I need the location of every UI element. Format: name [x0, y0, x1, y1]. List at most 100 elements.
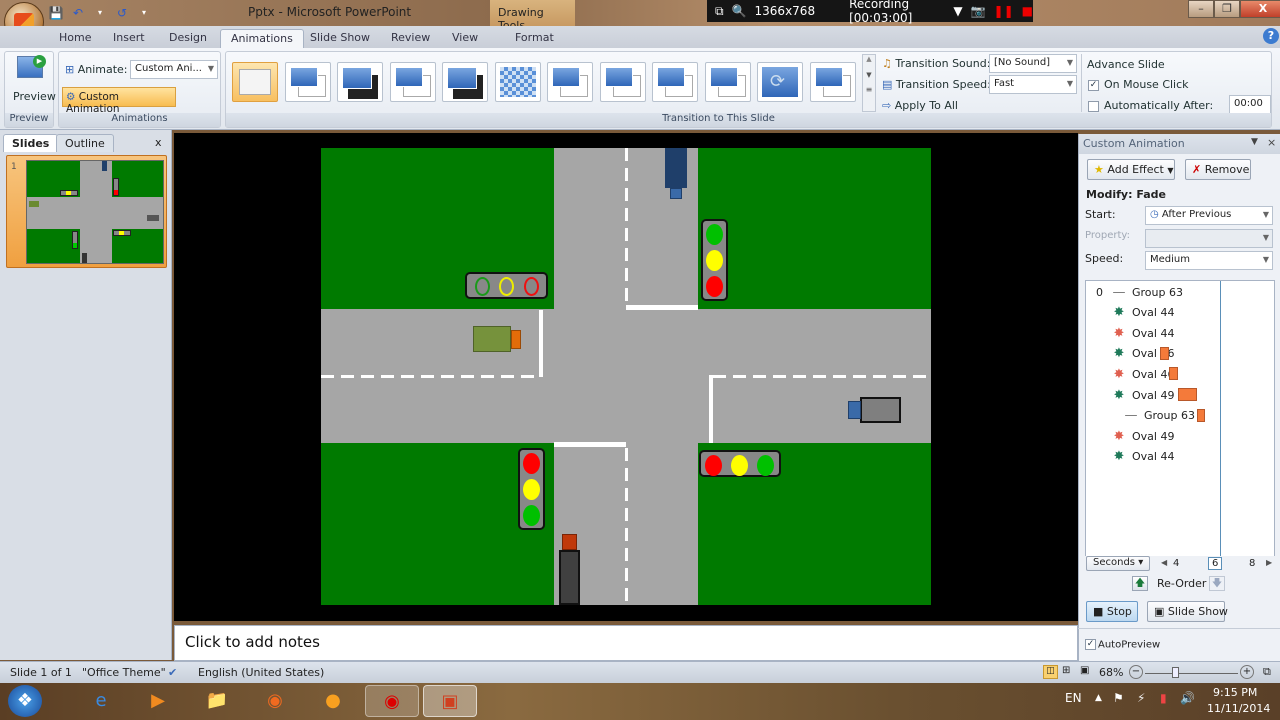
minimize-button[interactable]: – [1188, 0, 1214, 18]
firefox-icon[interactable]: ◉ [258, 685, 292, 717]
autopreview-checkbox[interactable]: ✓ [1085, 639, 1096, 650]
undo-icon[interactable]: ↶ [70, 5, 86, 21]
gallery-up-icon[interactable]: ▲ [863, 55, 875, 63]
transition-effect-cut[interactable] [389, 62, 436, 102]
move-down-icon[interactable]: 🡇 [1209, 576, 1225, 591]
zoom-slider-thumb[interactable] [1172, 667, 1179, 678]
tab-home[interactable]: Home [59, 29, 91, 48]
gallery-more-icon[interactable]: ≡ [863, 85, 875, 94]
slide-show-view-icon[interactable]: ▣ [1080, 665, 1089, 676]
tab-format[interactable]: Format [515, 29, 554, 48]
customize-qat-icon[interactable]: ▾ [136, 5, 152, 21]
animation-item[interactable]: ✸ Oval 44 [1096, 447, 1175, 467]
animation-item[interactable]: 0 — Group 63 [1096, 282, 1183, 302]
tab-design[interactable]: Design [169, 29, 207, 48]
redo-icon[interactable]: ↺ [114, 5, 130, 21]
action-center-icon[interactable]: ⚑ [1113, 691, 1124, 705]
transition-effect-wipe-right[interactable] [652, 62, 698, 102]
tab-insert[interactable]: Insert [113, 29, 145, 48]
clock-time[interactable]: 9:15 PM [1213, 686, 1257, 699]
autopreview-option[interactable]: ✓ AutoPreview [1085, 639, 1160, 651]
gallery-scrollbar[interactable]: ▲ ▼ ≡ [862, 54, 876, 112]
move-up-icon[interactable]: 🡅 [1132, 576, 1148, 591]
tab-view[interactable]: View [452, 29, 478, 48]
volume-icon[interactable]: 🔊 [1180, 691, 1195, 705]
preview-icon[interactable]: ▶ [17, 55, 46, 78]
powerpoint-app-icon[interactable]: ▣ [423, 685, 477, 717]
close-button[interactable]: X [1240, 0, 1280, 18]
transition-effect-wheel[interactable]: ⟳ [757, 62, 803, 102]
timeline-bar[interactable] [1168, 367, 1178, 381]
transition-effect-wipe-up[interactable] [704, 62, 751, 102]
vehicle-gray-truck[interactable] [860, 397, 901, 423]
camera-icon[interactable]: 📷 [971, 4, 986, 18]
remove-button[interactable]: ✗ Remove [1185, 159, 1251, 180]
transition-effect-dissolve[interactable] [494, 62, 541, 102]
transition-effect-wipe-left[interactable] [599, 62, 646, 102]
slide-canvas[interactable] [321, 148, 931, 605]
gom-player-icon[interactable]: ● [316, 685, 350, 717]
auto-after-option[interactable]: Automatically After: [1088, 99, 1213, 112]
scroll-right-icon[interactable]: ▶ [1266, 558, 1272, 567]
slide-thumbnail[interactable]: 1 [6, 155, 167, 268]
slide-sorter-icon[interactable]: ⊞ [1062, 665, 1070, 676]
animation-list[interactable]: 0— Group 63 ✸ Oval 44 ✸ Oval 44 ✸ Oval 46 ✸ Oval … [1085, 280, 1275, 557]
custom-animation-button[interactable]: ⚙ Custom Animation [62, 87, 176, 115]
traffic-light-north[interactable] [701, 219, 728, 301]
vehicle-dark-truck[interactable] [559, 550, 580, 605]
scroll-left-icon[interactable]: ◀ [1161, 558, 1167, 567]
zoom-slider[interactable] [1145, 673, 1238, 674]
transition-effect-fade-through-black[interactable] [337, 62, 383, 102]
timeline-bar[interactable] [1178, 388, 1197, 401]
close-icon[interactable]: × [1267, 136, 1276, 149]
start-button[interactable]: ❖ [8, 685, 42, 717]
traffic-light-south[interactable] [518, 448, 545, 530]
vehicle-green-truck[interactable] [473, 326, 511, 352]
traffic-light-west[interactable] [465, 272, 548, 299]
animation-item[interactable]: — Group 63 [1108, 406, 1195, 426]
internet-explorer-icon[interactable]: e [84, 685, 118, 717]
transition-speed-combo[interactable]: Fast ▼ [989, 75, 1077, 94]
vehicle-blue-truck[interactable] [665, 148, 687, 188]
save-icon[interactable]: 💾 [48, 5, 64, 21]
power-icon[interactable]: ⚡ [1137, 691, 1145, 705]
animation-item[interactable]: ✸ Oval 46 [1096, 364, 1175, 384]
animate-combo[interactable]: Custom Ani... ▼ [130, 60, 218, 79]
transition-effect-no-transition[interactable] [232, 62, 278, 102]
normal-view-icon[interactable]: ◫ [1043, 665, 1058, 679]
tab-animations[interactable]: Animations [220, 29, 304, 48]
traffic-light-east[interactable] [699, 450, 781, 477]
restore-button[interactable]: ❐ [1214, 0, 1240, 18]
language-indicator[interactable]: EN [1065, 691, 1082, 705]
animation-item[interactable]: ✸ Oval 44 [1096, 303, 1175, 323]
seconds-dropdown[interactable]: Seconds ▾ [1086, 556, 1151, 571]
preview-button[interactable]: Preview [13, 90, 56, 103]
close-icon[interactable]: x [155, 136, 162, 149]
start-combo[interactable]: ◷ After Previous ▼ [1145, 206, 1273, 225]
transition-effect-cut-through-black[interactable] [442, 62, 488, 102]
language[interactable]: English (United States) [198, 666, 324, 679]
explorer-icon[interactable]: 📁 [200, 685, 234, 717]
show-hidden-icons[interactable]: ▲ [1095, 693, 1102, 703]
animation-item[interactable]: ✸ Oval 49 [1096, 385, 1175, 405]
stop-button[interactable]: ■ Stop [1086, 601, 1138, 622]
auto-after-spinner[interactable]: 00:00 [1229, 95, 1271, 114]
zoom-level[interactable]: 68% [1099, 666, 1123, 679]
theme-name[interactable]: "Office Theme" [82, 666, 166, 679]
dropdown-icon[interactable]: ▼ [953, 4, 962, 18]
transition-effect-fade-smoothly[interactable] [284, 62, 331, 102]
window-icon[interactable]: ⧉ [715, 4, 724, 19]
clock-date[interactable]: 11/11/2014 [1207, 702, 1270, 715]
timeline-bar[interactable] [1159, 346, 1169, 360]
add-effect-button[interactable]: ★ Add Effect ▼ [1087, 159, 1175, 180]
transition-effect-wipe-down[interactable] [547, 62, 593, 102]
slide-show-button[interactable]: ▣ Slide Show [1147, 601, 1228, 622]
recorder-app-icon[interactable]: ◉ [365, 685, 419, 717]
tab-slides[interactable]: Slides [3, 134, 59, 152]
on-mouse-click-checkbox[interactable]: ✓ [1088, 79, 1099, 91]
pause-icon[interactable]: ❚❚ [994, 4, 1014, 18]
on-mouse-click-option[interactable]: ✓ On Mouse Click [1088, 78, 1189, 91]
zoom-out-icon[interactable]: − [1129, 665, 1143, 679]
animation-item[interactable]: ✸ Oval 44 [1096, 323, 1175, 343]
tab-slide-show[interactable]: Slide Show [310, 29, 370, 48]
